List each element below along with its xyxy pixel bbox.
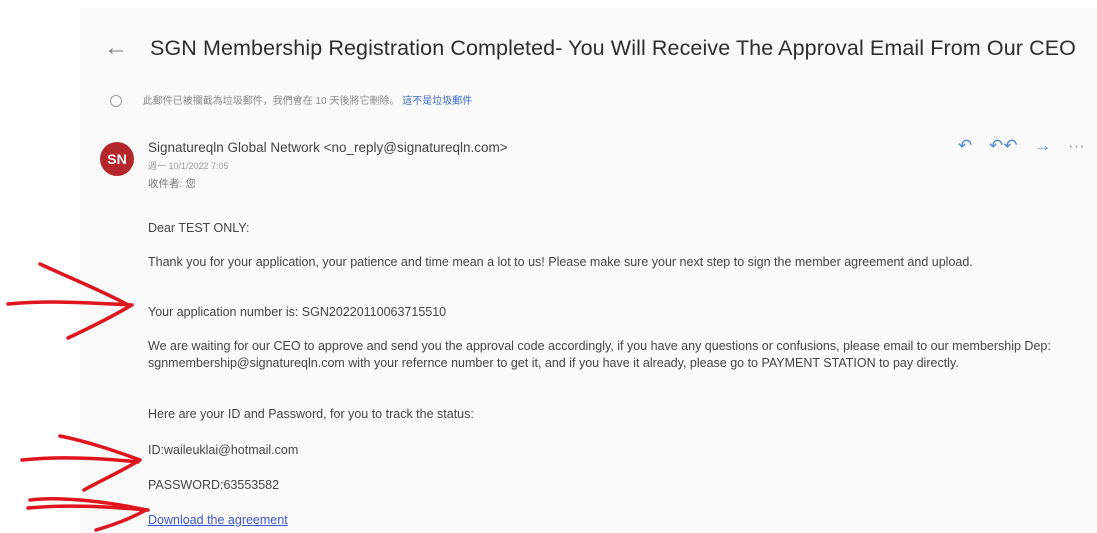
junk-notice: 此郵件已被攔截為垃圾郵件，我們會在 10 天後將它刪除。 這不是垃圾郵件 xyxy=(110,92,472,108)
junk-notice-text: 此郵件已被攔截為垃圾郵件，我們會在 10 天後將它刪除。 xyxy=(142,96,400,107)
reply-icon[interactable]: ↶ xyxy=(958,136,972,155)
greeting: Dear TEST ONLY: xyxy=(148,221,250,235)
email-view: ← SGN Membership Registration Completed-… xyxy=(80,8,1097,533)
download-agreement-link[interactable]: Download the agreement xyxy=(148,512,288,529)
waiting-paragraph: We are waiting for our CEO to approve an… xyxy=(148,339,1051,370)
sender-name[interactable]: Signatureqln Global Network <no_reply@si… xyxy=(148,140,508,155)
avatar[interactable]: SN xyxy=(100,142,134,176)
credentials-intro: Here are your ID and Password, for you t… xyxy=(148,407,474,421)
user-password: PASSWORD:63553582 xyxy=(148,478,280,492)
not-junk-link[interactable]: 這不是垃圾郵件 xyxy=(402,96,472,107)
user-id: ID:waileuklai@hotmail.com xyxy=(148,443,299,457)
reply-all-icon[interactable]: ↶↶ xyxy=(989,136,1018,155)
message-actions: ↶ ↶↶ → ··· xyxy=(958,136,1097,156)
email-header: ← SGN Membership Registration Completed-… xyxy=(80,8,1097,90)
email-date: 週一 10/1/2022 7:05 xyxy=(148,161,229,171)
application-number: Your application number is: SGN202201100… xyxy=(148,305,447,319)
forward-icon[interactable]: → xyxy=(1034,136,1051,155)
thanks-paragraph: Thank you for your application, your pat… xyxy=(148,255,973,269)
arrow-left-icon[interactable]: ← xyxy=(104,34,128,62)
email-subject: SGN Membership Registration Completed- Y… xyxy=(150,36,1076,60)
more-options-icon[interactable]: ··· xyxy=(1068,136,1085,155)
info-icon xyxy=(110,95,122,108)
recipient-line: 收件者: 您 xyxy=(148,178,196,190)
